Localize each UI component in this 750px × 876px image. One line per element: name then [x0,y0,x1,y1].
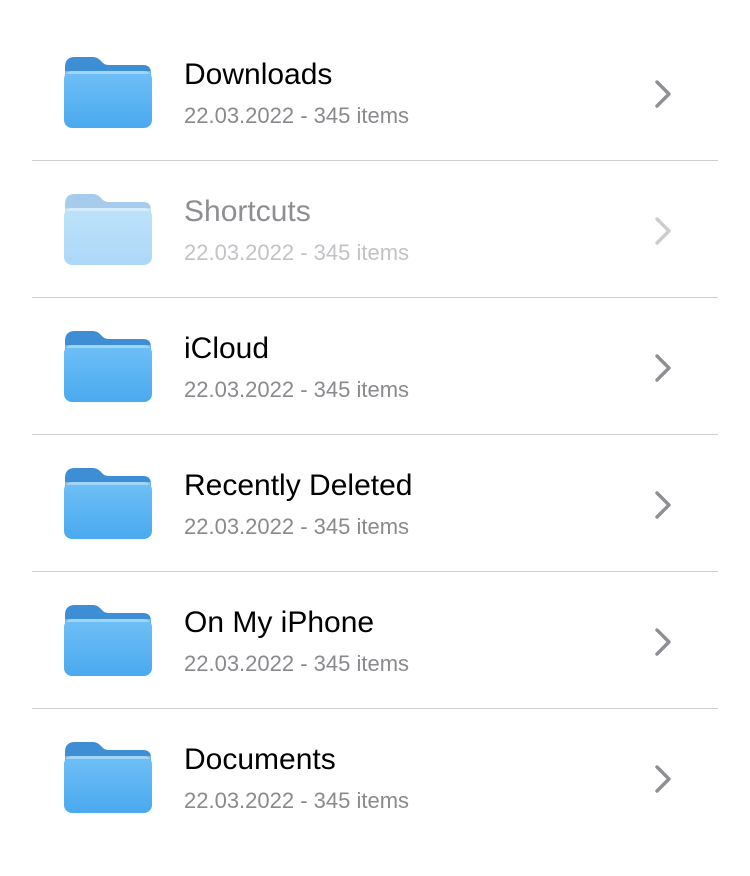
folder-row-icloud[interactable]: iCloud 22.03.2022 - 345 items [0,298,750,435]
chevron-right-icon [652,626,674,658]
chevron-right-icon [652,78,674,110]
folder-name: Downloads [184,58,333,91]
folder-row-shortcuts[interactable]: Shortcuts 22.03.2022 - 345 items [0,161,750,298]
folder-icon-graphic [64,468,152,539]
folder-icon [63,192,153,266]
folder-meta: 22.03.2022 - 345 items [184,103,410,128]
folder-icon-graphic [64,331,152,402]
chevron-right-graphic [655,217,671,245]
folder-meta: 22.03.2022 - 345 items [184,651,410,676]
chevron-right-icon [652,489,674,521]
folder-name: Shortcuts [184,195,311,228]
folder-icon [63,740,153,814]
folder-name: Recently Deleted [184,469,413,502]
folder-icon-graphic [64,605,152,676]
folder-row-on-my-iphone[interactable]: On My iPhone 22.03.2022 - 345 items [0,572,750,709]
folder-meta: 22.03.2022 - 345 items [184,788,410,813]
folder-name: Documents [184,743,336,776]
folder-icon-graphic [64,194,152,265]
chevron-right-icon [652,763,674,795]
folder-meta: 22.03.2022 - 345 items [184,240,410,265]
folder-meta: 22.03.2022 - 345 items [184,377,410,402]
chevron-right-graphic [655,80,671,108]
folder-icon [63,466,153,540]
chevron-right-graphic [655,765,671,793]
chevron-right-graphic [655,491,671,519]
folder-row-recently-deleted[interactable]: Recently Deleted 22.03.2022 - 345 items [0,435,750,572]
chevron-right-graphic [655,354,671,382]
folder-icon-graphic [64,742,152,813]
folder-name: iCloud [184,332,270,365]
folder-icon [63,329,153,403]
folder-icon-graphic [64,57,152,128]
chevron-right-icon [652,352,674,384]
folder-row-documents[interactable]: Documents 22.03.2022 - 345 items [0,709,750,846]
folder-icon [63,603,153,677]
folder-icon [63,55,153,129]
folder-row-downloads[interactable]: Downloads 22.03.2022 - 345 items [0,24,750,161]
folder-name: On My iPhone [184,606,375,639]
chevron-right-icon [652,215,674,247]
folder-list: Downloads 22.03.2022 - 345 items Shortcu… [0,24,750,846]
chevron-right-graphic [655,628,671,656]
folder-meta: 22.03.2022 - 345 items [184,514,410,539]
